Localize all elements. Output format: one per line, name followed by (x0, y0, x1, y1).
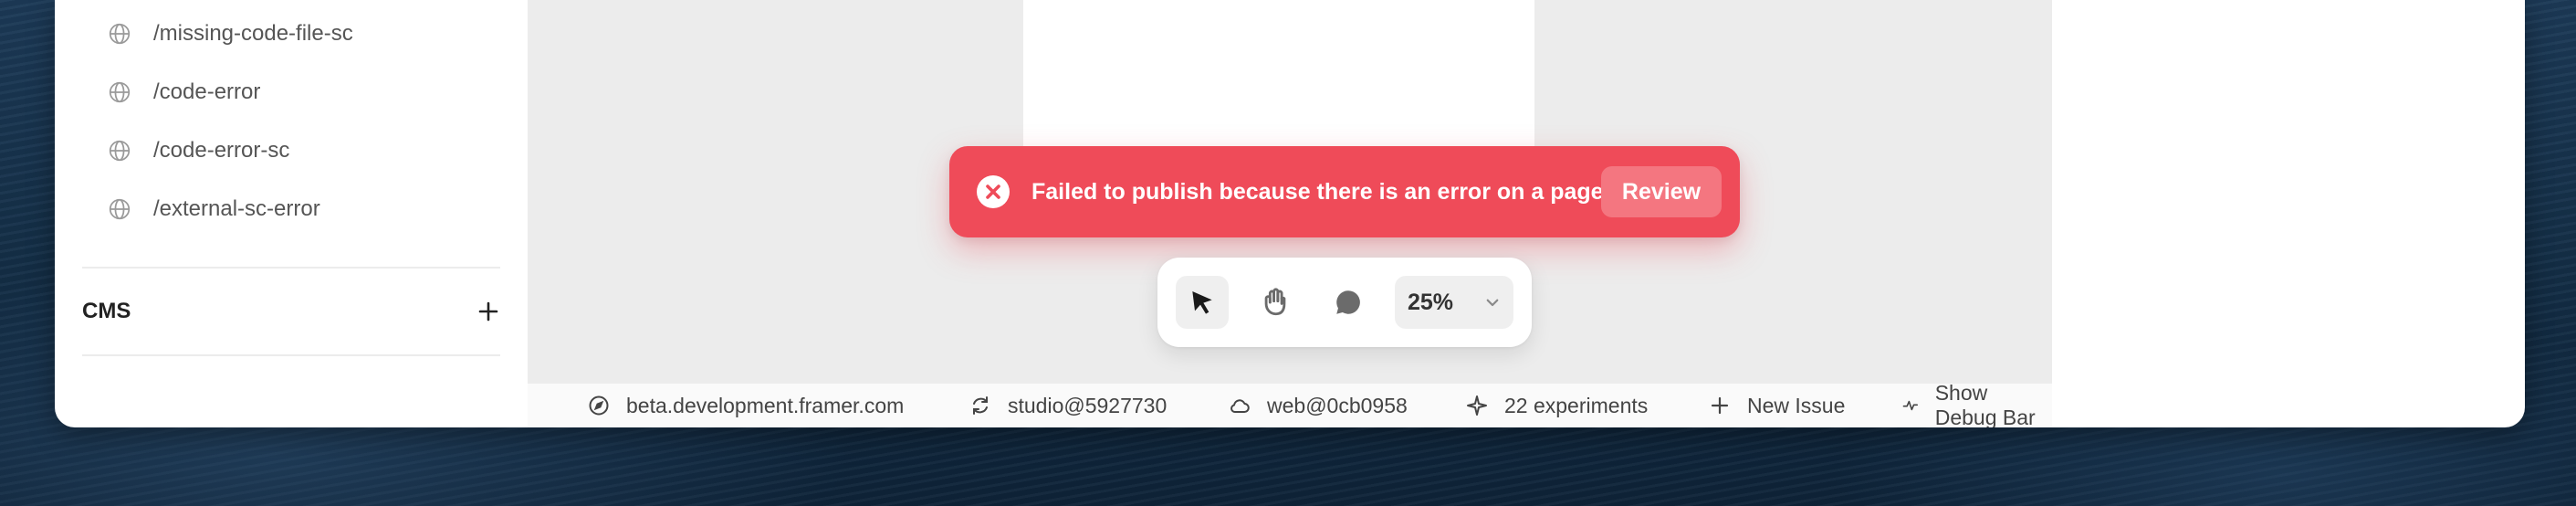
comment-icon (1336, 290, 1360, 314)
error-toast: Failed to publish because there is an er… (949, 146, 1740, 237)
page-item-code-error[interactable]: /code-error (108, 74, 260, 111)
status-bar: beta.development.framer.com studio@59277… (528, 381, 2052, 427)
app-window: /missing-code-file-sc /code-error /code-… (55, 0, 2525, 427)
cursor-icon (1192, 291, 1212, 314)
cms-section-header: CMS (82, 290, 502, 332)
sync-icon (973, 396, 988, 415)
globe-icon (108, 80, 131, 104)
page-item-label: /missing-code-file-sc (153, 21, 353, 46)
canvas-toolbar: 25% (1157, 258, 1532, 347)
right-panel (2052, 0, 2525, 384)
hand-icon (1264, 288, 1286, 316)
cms-title: CMS (82, 299, 131, 323)
status-experiments[interactable]: 22 experiments (1466, 384, 1648, 427)
web-label: web@0cb0958 (1267, 393, 1408, 417)
left-sidebar: /missing-code-file-sc /code-error /code-… (55, 0, 528, 384)
page-item-code-error-sc[interactable]: /code-error-sc (108, 132, 289, 169)
divider (82, 267, 500, 269)
cloud-icon (1230, 399, 1250, 413)
chevron-down-icon (1486, 299, 1499, 307)
error-icon (977, 175, 1010, 208)
studio-label: studio@5927730 (1008, 393, 1168, 417)
experiments-label: 22 experiments (1504, 393, 1649, 417)
comment-tool-button[interactable] (1322, 276, 1375, 329)
plus-icon (1711, 396, 1729, 415)
status-studio[interactable]: studio@5927730 (969, 384, 1167, 427)
globe-icon (108, 22, 131, 46)
divider (82, 354, 500, 356)
plus-icon (478, 301, 498, 322)
compass-icon (589, 395, 609, 416)
canvas-frame[interactable] (1023, 0, 1534, 146)
domain-label: beta.development.framer.com (626, 393, 905, 417)
hand-tool-button[interactable] (1249, 276, 1302, 329)
activity-icon (1902, 400, 1919, 411)
page-item-label: /code-error (153, 79, 261, 104)
toast-message: Failed to publish because there is an er… (1031, 178, 1604, 205)
page-item-label: /external-sc-error (153, 196, 320, 221)
status-domain[interactable]: beta.development.framer.com (588, 384, 904, 427)
zoom-select[interactable]: 25% (1395, 276, 1513, 329)
page-item-label: /code-error-sc (153, 138, 290, 163)
new-issue-label: New Issue (1747, 393, 1846, 417)
new-issue-button[interactable]: New Issue (1709, 384, 1845, 427)
review-button[interactable]: Review (1601, 166, 1722, 217)
debug-bar-label: Show Debug Bar (1934, 381, 2036, 427)
page-item-missing-code-file-sc[interactable]: /missing-code-file-sc (108, 16, 353, 52)
add-cms-collection-button[interactable] (475, 298, 502, 325)
page-item-external-sc-error[interactable]: /external-sc-error (108, 191, 320, 227)
globe-icon (108, 139, 131, 163)
sparkle-icon (1467, 395, 1487, 416)
show-debug-bar-button[interactable]: Show Debug Bar (1902, 381, 2052, 427)
status-web[interactable]: web@0cb0958 (1229, 384, 1408, 427)
zoom-value: 25% (1408, 289, 1454, 315)
globe-icon (108, 197, 131, 221)
select-tool-button[interactable] (1176, 276, 1229, 329)
